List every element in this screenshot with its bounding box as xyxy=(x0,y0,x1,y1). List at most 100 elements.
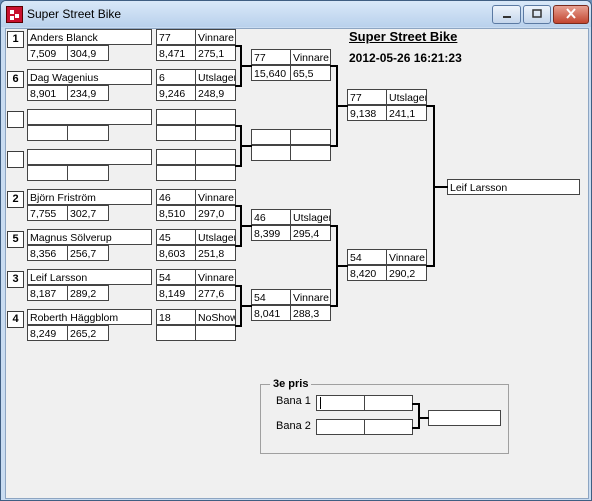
result-field[interactable] xyxy=(195,109,236,125)
page-title: Super Street Bike xyxy=(349,29,458,44)
third-place-result-field[interactable] xyxy=(428,410,501,426)
result-field[interactable]: Vinnare xyxy=(195,269,236,285)
speed-field[interactable] xyxy=(67,165,109,181)
rider-name-field[interactable]: Björn Friström xyxy=(27,189,152,205)
bike-number-field[interactable] xyxy=(156,109,197,125)
rider-name-field[interactable]: Roberth Häggblom xyxy=(27,309,152,325)
run-speed-field[interactable]: 251,8 xyxy=(195,245,236,261)
run-speed-field[interactable]: 288,3 xyxy=(290,305,331,321)
reaction-time-field[interactable]: 7,755 xyxy=(27,205,69,221)
run-speed-field[interactable]: 297,0 xyxy=(195,205,236,221)
speed-field[interactable]: 304,9 xyxy=(67,45,109,61)
rider-name-field[interactable]: Dag Wagenius xyxy=(27,69,152,85)
run-time-field[interactable]: 8,510 xyxy=(156,205,197,221)
result-field[interactable]: Vinnare xyxy=(290,289,331,305)
seed-badge: 2 xyxy=(7,191,24,208)
minimize-icon xyxy=(502,16,511,18)
result-field[interactable]: Vinnare xyxy=(195,29,236,45)
result-field[interactable] xyxy=(195,149,236,165)
bike-number-field[interactable]: 46 xyxy=(156,189,197,205)
reaction-time-field[interactable]: 8,249 xyxy=(27,325,69,341)
run-speed-field[interactable]: 277,6 xyxy=(195,285,236,301)
maximize-icon xyxy=(532,9,542,18)
reaction-time-field[interactable]: 8,356 xyxy=(27,245,69,261)
lane-1-bike-field[interactable] xyxy=(316,395,365,411)
rider-name-field[interactable] xyxy=(27,109,152,125)
winner-field[interactable]: Leif Larsson xyxy=(447,179,580,195)
result-field[interactable] xyxy=(290,129,331,145)
run-time-field[interactable] xyxy=(251,145,292,161)
bike-number-field[interactable]: 46 xyxy=(251,209,292,225)
result-field[interactable]: Utslagen xyxy=(386,89,427,105)
bracket-line xyxy=(336,105,348,107)
speed-field[interactable]: 302,7 xyxy=(67,205,109,221)
result-field[interactable]: Utslagen xyxy=(195,229,236,245)
speed-field[interactable]: 289,2 xyxy=(67,285,109,301)
run-time-field[interactable]: 8,041 xyxy=(251,305,292,321)
run-speed-field[interactable] xyxy=(195,125,236,141)
seed-badge: 3 xyxy=(7,271,24,288)
bike-number-field[interactable] xyxy=(251,129,292,145)
bracket-line xyxy=(240,145,252,147)
rider-name-field[interactable]: Anders Blanck xyxy=(27,29,152,45)
bike-number-field[interactable]: 18 xyxy=(156,309,197,325)
reaction-time-field[interactable] xyxy=(27,165,69,181)
run-speed-field[interactable]: 65,5 xyxy=(290,65,331,81)
bike-number-field[interactable]: 45 xyxy=(156,229,197,245)
lane-2-bike-field[interactable] xyxy=(316,419,365,435)
run-time-field[interactable]: 15,640 xyxy=(251,65,292,81)
result-field[interactable]: Vinnare xyxy=(195,189,236,205)
seed-badge xyxy=(7,111,24,128)
run-time-field[interactable] xyxy=(156,125,197,141)
rider-name-field[interactable]: Leif Larsson xyxy=(27,269,152,285)
title-bar[interactable]: Super Street Bike xyxy=(1,1,591,27)
bike-number-field[interactable]: 54 xyxy=(251,289,292,305)
third-place-legend: 3e pris xyxy=(270,378,312,390)
result-field[interactable]: Utslagen xyxy=(290,209,331,225)
lane-1-time-field[interactable] xyxy=(364,395,413,411)
bike-number-field[interactable]: 77 xyxy=(347,89,388,105)
bracket-line xyxy=(240,305,252,307)
bike-number-field[interactable]: 77 xyxy=(251,49,292,65)
run-speed-field[interactable] xyxy=(290,145,331,161)
bike-number-field[interactable]: 77 xyxy=(156,29,197,45)
reaction-time-field[interactable] xyxy=(27,125,69,141)
run-time-field[interactable]: 8,399 xyxy=(251,225,292,241)
maximize-button[interactable] xyxy=(523,5,551,24)
run-speed-field[interactable]: 248,9 xyxy=(195,85,236,101)
bike-number-field[interactable] xyxy=(156,149,197,165)
bike-number-field[interactable]: 54 xyxy=(347,249,388,265)
run-time-field[interactable]: 9,246 xyxy=(156,85,197,101)
run-speed-field[interactable]: 275,1 xyxy=(195,45,236,61)
speed-field[interactable]: 265,2 xyxy=(67,325,109,341)
run-time-field[interactable]: 8,471 xyxy=(156,45,197,61)
bike-number-field[interactable]: 6 xyxy=(156,69,197,85)
reaction-time-field[interactable]: 8,901 xyxy=(27,85,69,101)
run-speed-field[interactable]: 290,2 xyxy=(386,265,427,281)
reaction-time-field[interactable]: 8,187 xyxy=(27,285,69,301)
rider-name-field[interactable] xyxy=(27,149,152,165)
run-speed-field[interactable] xyxy=(195,325,236,341)
result-field[interactable]: Utslagen xyxy=(195,69,236,85)
run-time-field[interactable]: 9,138 xyxy=(347,105,388,121)
run-time-field[interactable] xyxy=(156,325,197,341)
minimize-button[interactable] xyxy=(492,5,521,24)
result-field[interactable]: Vinnare xyxy=(290,49,331,65)
run-time-field[interactable] xyxy=(156,165,197,181)
speed-field[interactable]: 256,7 xyxy=(67,245,109,261)
run-speed-field[interactable]: 241,1 xyxy=(386,105,427,121)
run-speed-field[interactable]: 295,4 xyxy=(290,225,331,241)
close-button[interactable] xyxy=(553,5,589,24)
lane-2-time-field[interactable] xyxy=(364,419,413,435)
speed-field[interactable] xyxy=(67,125,109,141)
rider-name-field[interactable]: Magnus Sölverup xyxy=(27,229,152,245)
speed-field[interactable]: 234,9 xyxy=(67,85,109,101)
run-time-field[interactable]: 8,149 xyxy=(156,285,197,301)
result-field[interactable]: NoShow xyxy=(195,309,236,325)
run-time-field[interactable]: 8,603 xyxy=(156,245,197,261)
reaction-time-field[interactable]: 7,509 xyxy=(27,45,69,61)
result-field[interactable]: Vinnare xyxy=(386,249,427,265)
run-time-field[interactable]: 8,420 xyxy=(347,265,388,281)
bike-number-field[interactable]: 54 xyxy=(156,269,197,285)
run-speed-field[interactable] xyxy=(195,165,236,181)
